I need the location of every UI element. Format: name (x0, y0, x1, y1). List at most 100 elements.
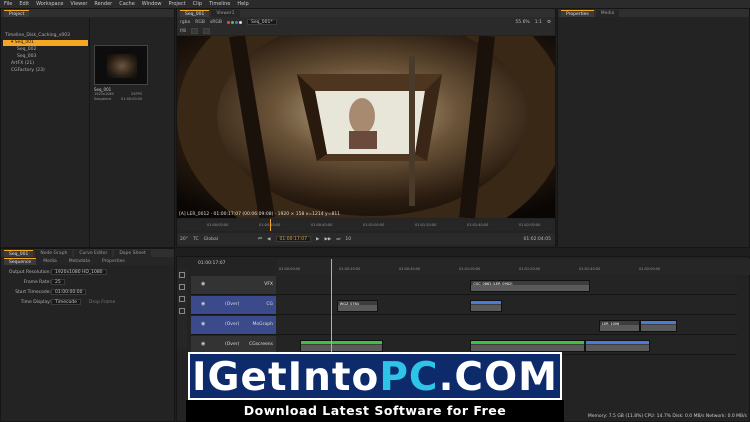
status-bar: Memory: 7.5 GB (11.8%) CPU: 14.7% Disk: … (587, 414, 747, 419)
timeline-clip[interactable]: CGC_0862 (LER_0962) (470, 280, 590, 292)
timeline-clip[interactable]: WGZ_0851 (470, 300, 503, 312)
property-label: Output Resolution: (8, 270, 51, 275)
skip-end-icon[interactable]: ⏭ (336, 236, 340, 242)
eye-icon[interactable]: ◉ (201, 281, 205, 287)
select-tool-icon[interactable] (179, 272, 185, 278)
tab-media[interactable]: Media (595, 10, 620, 17)
tree-item[interactable]: Seq_003 (3, 54, 88, 60)
play-icon[interactable]: ▶ (316, 237, 319, 242)
timeline-ruler-tick: 01:01:20:00 (519, 267, 541, 271)
property-value[interactable]: 1920x1080 HD_1080 (51, 269, 107, 275)
drop-frame-checkbox[interactable]: Drop Frame (89, 300, 115, 305)
eye-icon[interactable]: ◉ (201, 341, 205, 347)
menu-item-timeline[interactable]: Timeline (209, 1, 230, 7)
menu-item-viewer[interactable]: Viewer (70, 1, 87, 7)
project-panel: Project Timeline_Disk_Caching_v003 ▾ Seq_… (0, 8, 175, 248)
step-back-icon[interactable]: ◀ (267, 237, 270, 242)
sequence-thumbnail[interactable] (94, 45, 148, 85)
timeline-ruler-tick: 01:02:00:00 (639, 267, 661, 271)
viewer-ruler-tick: 01:01:40:00 (467, 223, 489, 227)
frame-value[interactable]: f/8 (180, 29, 186, 34)
menu-item-project[interactable]: Project (169, 1, 186, 7)
logo-part-2: PC (379, 355, 439, 400)
gamma-value[interactable]: 20° (180, 237, 188, 242)
eye-icon[interactable]: ◉ (201, 301, 205, 307)
settings-icon[interactable]: ⚙ (547, 20, 551, 25)
tree-item[interactable]: CGFactory (23) (3, 68, 88, 74)
track-blend-mode[interactable]: (Over) (225, 342, 239, 347)
zoom-select[interactable]: 55.6% (515, 20, 529, 25)
viewer-image[interactable] (177, 36, 555, 218)
tab-curve-editor[interactable]: Curve Editor (74, 250, 113, 257)
menu-item-render[interactable]: Render (94, 1, 112, 7)
frame-step-value[interactable]: 10 (345, 237, 351, 242)
timeline-tools (177, 269, 187, 349)
tc-mode[interactable]: TC (193, 237, 199, 242)
tree-item[interactable]: ▾ Seq_001 (3, 40, 88, 46)
track-blend-mode[interactable]: (Over) (225, 302, 239, 307)
tagline-banner: Download Latest Software for Free (186, 400, 564, 422)
colorspace-select[interactable]: RGB (195, 20, 205, 25)
wipe-button[interactable] (190, 28, 198, 34)
property-row: Output Resolution: 1920x1080 HD_1080 (3, 269, 173, 277)
timeline-clip[interactable]: ARU_0969 (LSU_0995) (585, 340, 650, 352)
timeline-clip[interactable]: VFX_0093 (640, 320, 678, 332)
timeline-clip[interactable]: WGZ_0762 (AH7_5017) (300, 340, 383, 352)
sequence-select[interactable]: Seq_001* (247, 19, 277, 25)
track-header[interactable]: ◉ (Over) MoGraph (191, 316, 276, 335)
subtab-properties[interactable]: Properties (97, 258, 130, 265)
color-dots-icon[interactable] (227, 20, 242, 24)
razor-tool-icon[interactable] (179, 296, 185, 302)
slip-tool-icon[interactable] (179, 284, 185, 290)
eye-icon[interactable]: ◉ (201, 321, 205, 327)
menu-item-help[interactable]: Help (237, 1, 248, 7)
track-header[interactable]: ◉ (Over) CG (191, 296, 276, 315)
menu-item-edit[interactable]: Edit (19, 1, 29, 7)
tree-item[interactable]: Timeline_Disk_Caching_v003 (3, 33, 88, 39)
clip-thumbnail-strip (471, 345, 585, 351)
tab-seq001[interactable]: Seq_001 (4, 250, 34, 257)
channels-select[interactable]: rgba (180, 20, 190, 25)
track-header[interactable]: ◉ VFX (191, 276, 276, 295)
ratio-select[interactable]: 1:1 (535, 20, 542, 25)
tab-viewer1[interactable]: Viewer1 (211, 10, 240, 17)
guides-button[interactable] (202, 28, 210, 34)
project-divider[interactable] (89, 18, 90, 247)
menu-item-file[interactable]: File (4, 1, 12, 7)
timeline-ruler-tick: 01:00:20:00 (339, 267, 361, 271)
lut-select[interactable]: sRGB (210, 20, 222, 25)
tab-properties[interactable]: Properties (561, 10, 594, 17)
property-value[interactable]: 25 (51, 279, 65, 285)
current-timecode[interactable]: 01:00:17:07 (275, 236, 311, 242)
viewer-playhead[interactable] (270, 219, 271, 231)
tab-node-graph[interactable]: Node Graph (35, 250, 73, 257)
subtab-media[interactable]: Media (38, 258, 62, 265)
menu-item-clip[interactable]: Clip (193, 1, 202, 7)
menu-item-workspace[interactable]: Workspace (36, 1, 63, 7)
track-blend-mode[interactable]: (Over) (225, 322, 239, 327)
tab-project[interactable]: Project (4, 10, 30, 17)
clip-thumbnail-strip (641, 325, 677, 331)
tree-item[interactable]: Seq_002 (3, 47, 88, 53)
property-value[interactable]: Timecode (51, 299, 81, 305)
scope-select[interactable]: Global (204, 237, 218, 242)
tree-item[interactable]: ArtFX (21) (3, 61, 88, 67)
timeline-clip[interactable]: WGZ_0969 (LWC_0906) (470, 340, 586, 352)
viewer-ruler[interactable]: 01:00:00:0001:00:20:0001:00:40:0001:01:0… (177, 219, 555, 231)
properties-panel: Properties Media (557, 8, 750, 248)
subtab-metadata[interactable]: Metadata (63, 258, 96, 265)
skip-start-icon[interactable]: ⏮ (258, 236, 262, 242)
viewer-ruler-tick: 01:00:00:00 (207, 223, 229, 227)
timeline-clip[interactable]: LER_1006 (599, 320, 641, 332)
menu-item-window[interactable]: Window (142, 1, 162, 7)
move-tool-icon[interactable] (179, 308, 185, 314)
property-value[interactable]: 01:00:00:00 (51, 289, 87, 295)
subtab-sequence[interactable]: Sequence (4, 258, 37, 265)
menu-item-cache[interactable]: Cache (119, 1, 135, 7)
step-forward-icon[interactable]: ▶▶ (324, 237, 331, 242)
timeline-clip[interactable]: WGZ_0764 (336, 300, 379, 312)
tab-seq[interactable]: Seq_001 (180, 10, 210, 17)
timeline-ruler[interactable]: 01:00:00:00 01:00:20:00 01:00:40:00 01:01:0… (277, 259, 750, 275)
timeline-timecode[interactable]: 01:00:17:07 (195, 261, 228, 267)
tab-dope-sheet[interactable]: Dope Sheet (114, 250, 151, 257)
